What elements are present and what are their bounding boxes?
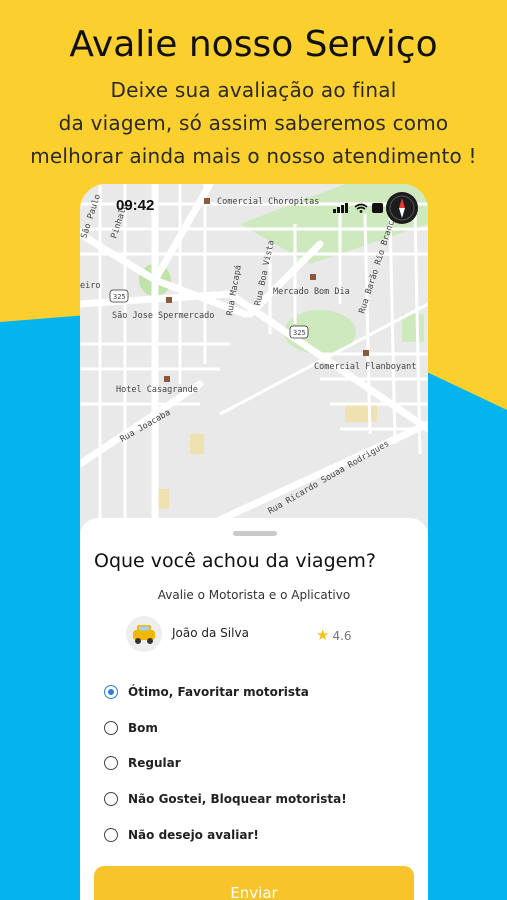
star-icon: ★ [316, 626, 330, 644]
map-view[interactable]: Comercial Choropitas São Jose Spermercad… [80, 184, 428, 529]
option-label: Não desejo avaliar! [128, 828, 259, 842]
option-regular[interactable]: Regular [104, 753, 181, 773]
map-label: Hotel Casagrande [116, 385, 198, 395]
map-label: São Jose Spermercado [112, 311, 214, 321]
road-shield-label: 325 [113, 293, 126, 301]
sheet-subtitle: Avalie o Motorista e o Aplicativo [157, 588, 351, 602]
driver-rating: ★ 4.6 [316, 626, 352, 644]
option-label: Não Gostei, Bloquear motorista! [128, 792, 347, 806]
map-label: Comercial Flanboyant [314, 362, 416, 372]
compass-icon[interactable] [386, 192, 418, 224]
option-nao-desejo[interactable]: Não desejo avaliar! [104, 825, 259, 845]
status-time: 09:42 [116, 197, 155, 214]
option-label: Regular [128, 756, 181, 770]
radio-button[interactable] [104, 721, 118, 735]
map-label: eiro [80, 281, 100, 291]
option-label: Bom [128, 721, 158, 735]
taxi-icon [133, 625, 155, 644]
status-icons [333, 203, 383, 213]
driver-rating-value: 4.6 [332, 629, 352, 643]
promo-subtitle-line: Deixe sua avaliação ao final [110, 78, 397, 102]
driver-avatar [126, 616, 162, 652]
submit-button[interactable]: Enviar [94, 866, 414, 900]
option-nao-gostei[interactable]: Não Gostei, Bloquear motorista! [104, 789, 347, 809]
rating-sheet: Oque você achou da viagem? Avalie o Moto… [80, 518, 428, 900]
radio-button[interactable] [104, 828, 118, 842]
radio-button[interactable] [104, 792, 118, 806]
map-label: Mercado Bom Dia [273, 287, 350, 297]
sheet-title: Oque você achou da viagem? [94, 550, 376, 572]
promo-subtitle-line: melhorar ainda mais o nosso atendimento … [30, 144, 477, 168]
map-label: Comercial Choropitas [217, 197, 319, 207]
option-label: Ótimo, Favoritar motorista [128, 685, 309, 699]
radio-button[interactable] [104, 756, 118, 770]
promo-subtitle-line: da viagem, só assim saberemos como [58, 111, 449, 135]
option-bom[interactable]: Bom [104, 718, 158, 738]
sheet-grabber[interactable] [233, 531, 277, 536]
road-shield-label: 325 [293, 329, 306, 337]
option-otimo[interactable]: Ótimo, Favoritar motorista [104, 682, 309, 702]
driver-name: João da Silva [172, 626, 249, 640]
promo-headline: Avalie nosso Serviço [69, 24, 438, 65]
radio-button[interactable] [104, 685, 118, 699]
phone-screen: Comercial Choropitas São Jose Spermercad… [80, 184, 428, 900]
